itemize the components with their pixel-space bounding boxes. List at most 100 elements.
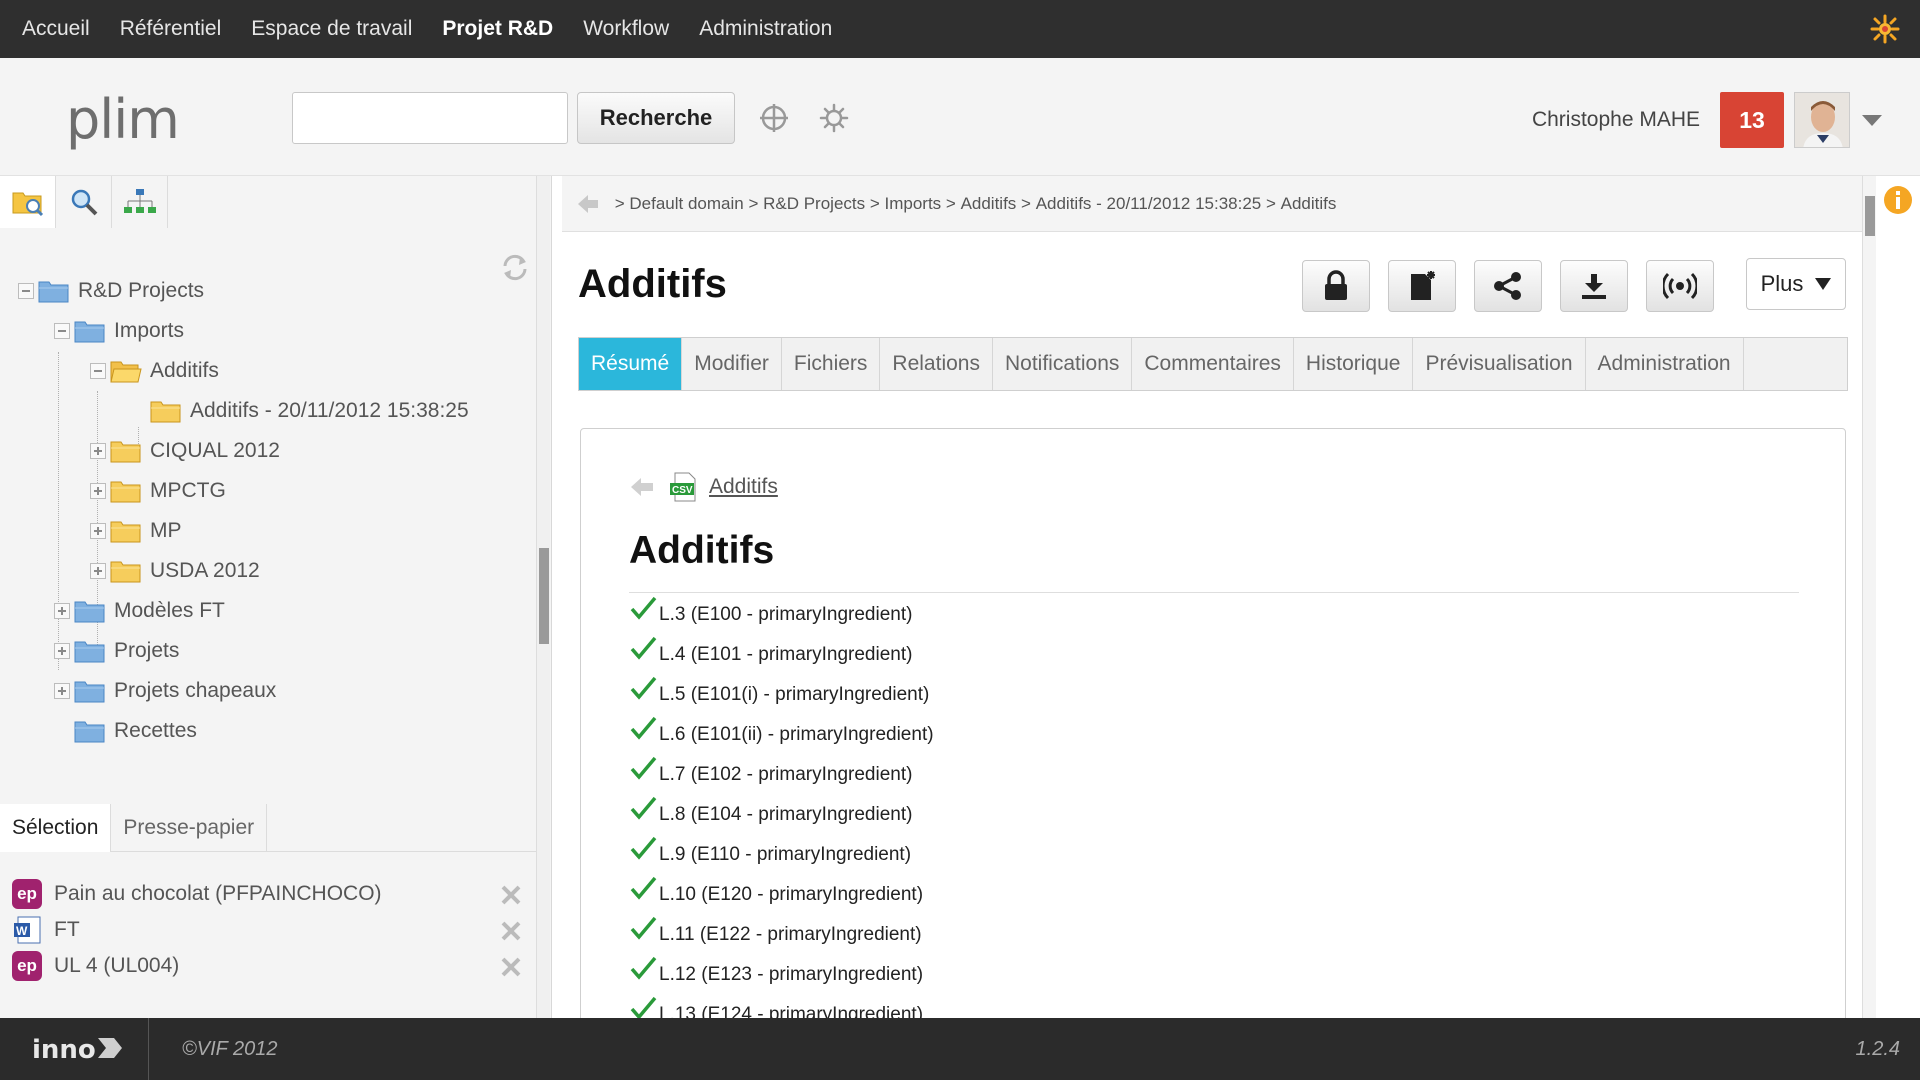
list-item: L.9 (E110 - primaryIngredient) — [629, 835, 934, 875]
tree-item-additifs-import[interactable]: Additifs - 20/11/2012 15:38:25 — [130, 396, 469, 426]
page-title: Additifs — [578, 262, 727, 306]
more-label: Plus — [1760, 271, 1804, 296]
expand-icon[interactable] — [90, 523, 106, 539]
user-name[interactable]: Christophe MAHE — [1532, 108, 1700, 132]
tree-item-projets-chapeaux[interactable]: Projets chapeaux — [54, 676, 276, 706]
footer: inno ©VIF 2012 1.2.4 — [0, 1018, 1920, 1080]
collapse-icon[interactable] — [90, 363, 106, 379]
left-scrollbar[interactable] — [536, 176, 550, 1018]
list-item[interactable]: ep Pain au chocolat (PFPAINCHOCO) — [0, 876, 536, 912]
inno-logo-text: inno — [32, 1035, 96, 1065]
avatar[interactable] — [1794, 92, 1850, 148]
notification-badge[interactable]: 13 — [1720, 92, 1784, 148]
tab-administration[interactable]: Administration — [1586, 338, 1744, 390]
list-item[interactable]: W FT — [0, 912, 536, 948]
tree-item-modeles-ft[interactable]: Modèles FT — [54, 596, 225, 626]
scrollbar-thumb[interactable] — [1865, 196, 1875, 236]
nav-projet-rd[interactable]: Projet R&D — [430, 17, 565, 41]
nav-administration[interactable]: Administration — [687, 17, 844, 41]
tree-item-additifs[interactable]: Additifs — [90, 356, 219, 386]
tab-resume[interactable]: Résumé — [579, 338, 683, 390]
tree-item-mpctg[interactable]: MPCTG — [90, 476, 226, 506]
new-document-button[interactable] — [1388, 260, 1456, 312]
breadcrumb-item[interactable]: R&D Projects — [763, 194, 865, 214]
inno-logo: inno — [32, 1035, 122, 1065]
document-link[interactable]: Additifs — [709, 475, 778, 499]
tab-browse[interactable] — [0, 176, 56, 228]
nav-referentiel[interactable]: Référentiel — [108, 17, 234, 41]
tab-relations[interactable]: Relations — [880, 338, 993, 390]
tab-search[interactable] — [56, 176, 112, 228]
tree-item-mp[interactable]: MP — [90, 516, 182, 546]
nav-espace-de-travail[interactable]: Espace de travail — [239, 17, 424, 41]
checkmark-icon — [630, 876, 657, 900]
tree-item-imports[interactable]: Imports — [54, 316, 184, 346]
search-icon — [71, 189, 97, 216]
expand-icon[interactable] — [90, 563, 106, 579]
expand-icon[interactable] — [90, 443, 106, 459]
collapse-icon[interactable] — [54, 323, 70, 339]
tab-previsualisation[interactable]: Prévisualisation — [1413, 338, 1586, 390]
list-item[interactable]: ep UL 4 (UL004) — [0, 948, 536, 984]
sun-icon[interactable] — [1870, 14, 1900, 44]
folder-icon — [110, 441, 141, 463]
tab-historique[interactable]: Historique — [1294, 338, 1414, 390]
checkmark-icon — [630, 916, 657, 940]
back-arrow-icon[interactable] — [576, 193, 600, 215]
left-panel-tabs — [0, 176, 168, 228]
breadcrumb-item[interactable]: Additifs — [961, 194, 1017, 214]
more-button[interactable]: Plus — [1746, 258, 1846, 310]
tree-item-projets[interactable]: Projets — [54, 636, 179, 666]
breadcrumb-item[interactable]: Additifs — [1281, 194, 1337, 214]
scrollbar-thumb[interactable] — [539, 548, 549, 644]
tree-item-recettes[interactable]: Recettes — [54, 716, 197, 746]
search-input[interactable] — [292, 92, 568, 144]
tree-item-rd-projects[interactable]: R&D Projects — [18, 276, 204, 306]
tab-clipboard[interactable]: Presse-papier — [111, 804, 268, 852]
search-button[interactable]: Recherche — [577, 92, 735, 144]
list-item: L.6 (E101(ii) - primaryIngredient) — [629, 715, 934, 755]
close-icon[interactable] — [500, 956, 522, 978]
breadcrumb-item[interactable]: Imports — [885, 194, 942, 214]
folder-icon — [110, 521, 141, 543]
gear-icon[interactable] — [818, 102, 850, 134]
breadcrumb-item[interactable]: Additifs - 20/11/2012 15:38:25 — [1036, 194, 1262, 214]
lock-button[interactable] — [1302, 260, 1370, 312]
crosshair-icon[interactable] — [758, 102, 790, 134]
share-button[interactable] — [1474, 260, 1542, 312]
expand-icon[interactable] — [54, 643, 70, 659]
additive-list: L.3 (E100 - primaryIngredient) L.4 (E101… — [629, 595, 934, 1027]
checkmark-icon — [630, 636, 657, 660]
close-icon[interactable] — [500, 884, 522, 906]
tree-item-usda-2012[interactable]: USDA 2012 — [90, 556, 260, 586]
back-arrow-icon[interactable] — [629, 476, 655, 498]
close-icon[interactable] — [500, 920, 522, 942]
tab-fichiers[interactable]: Fichiers — [782, 338, 881, 390]
list-item-label: L.5 (E101(i) - primaryIngredient) — [659, 684, 930, 705]
list-item: L.3 (E100 - primaryIngredient) — [629, 595, 934, 635]
breadcrumb-item[interactable]: Default domain — [629, 194, 743, 214]
main-scrollbar[interactable] — [1862, 176, 1876, 1018]
broadcast-button[interactable] — [1646, 260, 1714, 312]
checkmark-icon — [630, 676, 657, 700]
collapse-icon[interactable] — [18, 283, 34, 299]
tab-hierarchy[interactable] — [112, 176, 168, 228]
nav-workflow[interactable]: Workflow — [571, 17, 681, 41]
tree-item-ciqual-2012[interactable]: CIQUAL 2012 — [90, 436, 280, 466]
user-menu-chevron-icon[interactable] — [1862, 115, 1882, 126]
info-icon[interactable] — [1882, 184, 1914, 216]
expand-icon[interactable] — [90, 483, 106, 499]
blue-folder-icon — [74, 321, 105, 343]
expand-icon[interactable] — [54, 603, 70, 619]
nav-accueil[interactable]: Accueil — [10, 17, 102, 41]
svg-text:CSV: CSV — [672, 485, 693, 496]
tab-commentaires[interactable]: Commentaires — [1132, 338, 1294, 390]
tab-notifications[interactable]: Notifications — [993, 338, 1133, 390]
tab-selection[interactable]: Sélection — [0, 804, 112, 852]
new-document-icon — [1411, 271, 1435, 300]
refresh-icon[interactable] — [500, 252, 530, 282]
expand-icon[interactable] — [54, 683, 70, 699]
tab-modifier[interactable]: Modifier — [682, 338, 782, 390]
download-button[interactable] — [1560, 260, 1628, 312]
broadcast-icon — [1663, 272, 1697, 300]
